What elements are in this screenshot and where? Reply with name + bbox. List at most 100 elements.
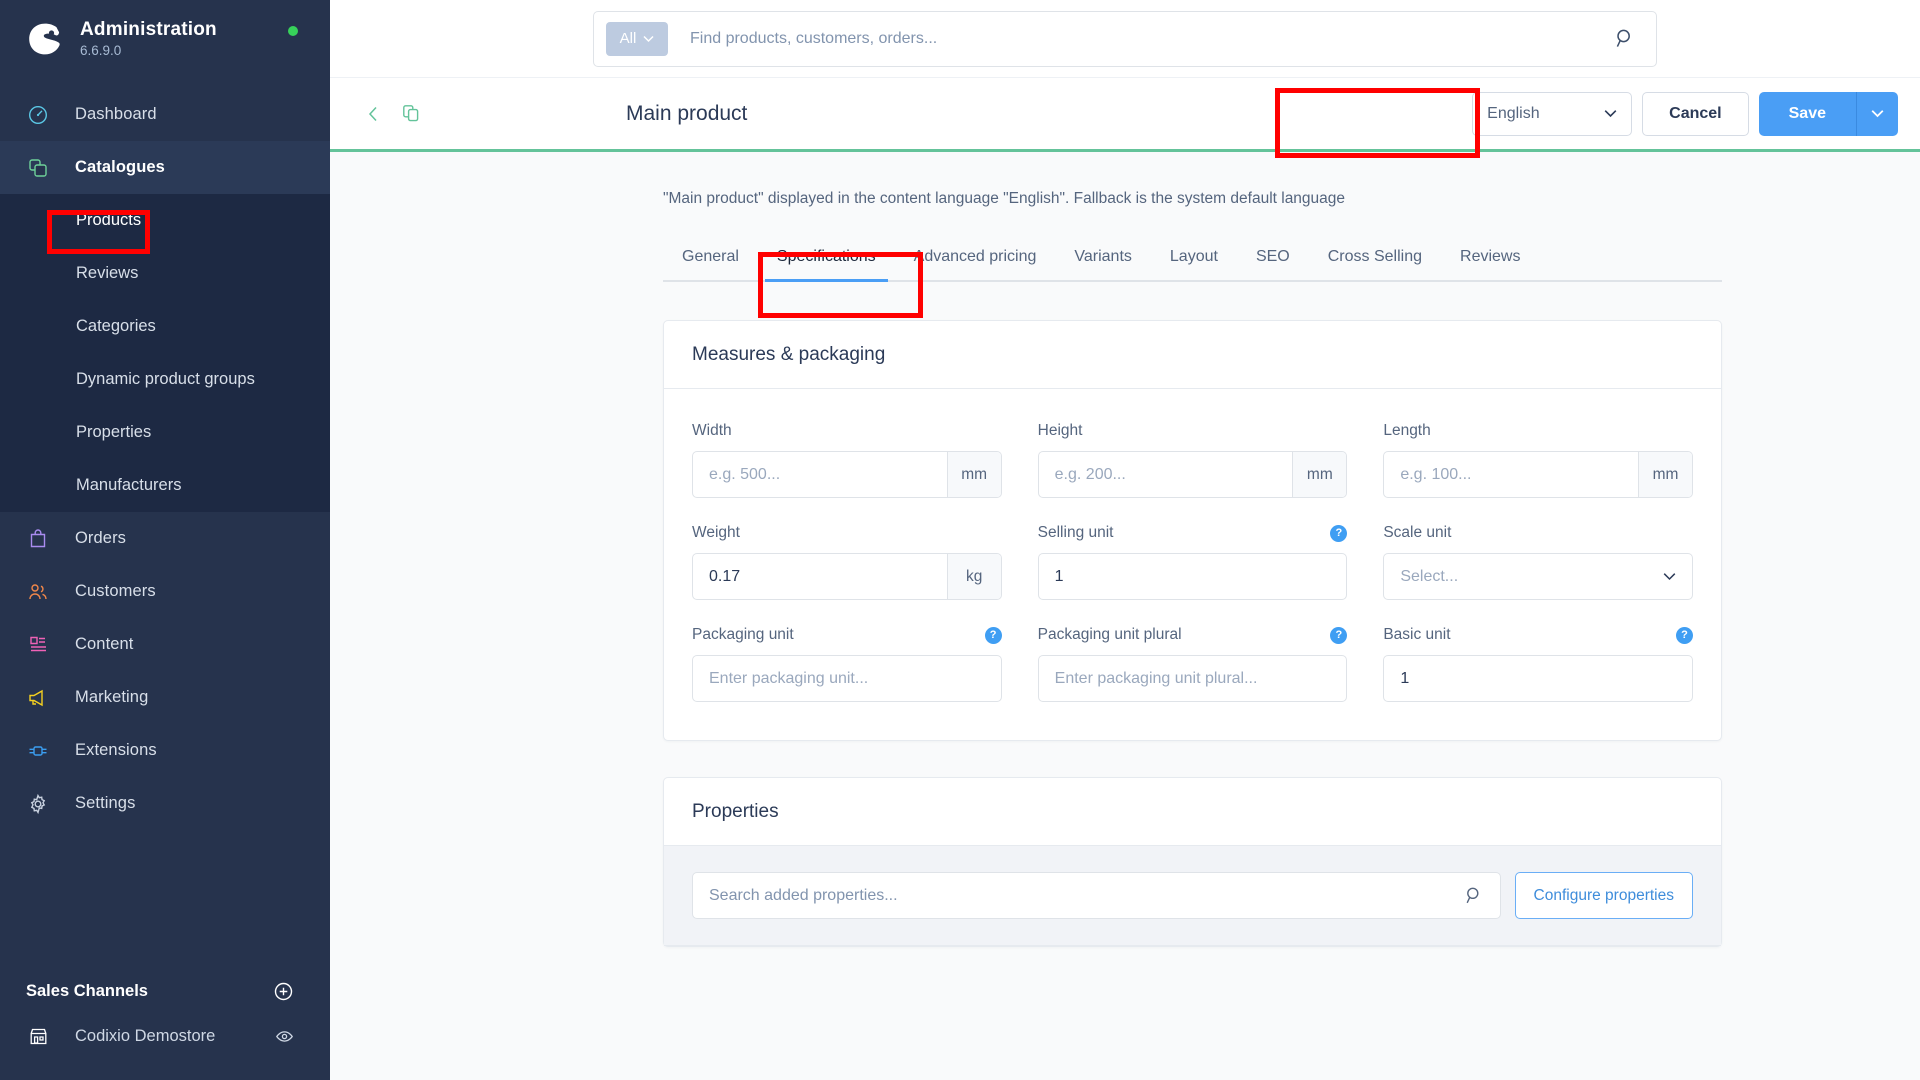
scale-unit-placeholder: Select... — [1400, 567, 1459, 585]
input-group — [1037, 553, 1348, 600]
width-unit: mm — [946, 452, 1001, 497]
sidebar-item-settings[interactable]: Settings — [0, 777, 330, 830]
sidebar-brand-version: 6.6.9.0 — [80, 42, 122, 58]
card-header: Measures & packaging — [664, 321, 1721, 389]
sidebar-nav: Dashboard Catalogues Products Reviews Ca… — [0, 78, 330, 963]
tab-advanced-pricing[interactable]: Advanced pricing — [895, 238, 1056, 280]
measures-packaging-card: Measures & packaging Width mm — [663, 320, 1722, 741]
sidebar-item-manufacturers[interactable]: Manufacturers — [0, 459, 330, 512]
extensions-icon — [26, 739, 50, 763]
plus-circle-icon[interactable] — [273, 981, 294, 1002]
global-search-box[interactable]: All — [593, 10, 1657, 67]
selling-unit-input[interactable] — [1038, 554, 1347, 599]
input-group: mm — [1037, 451, 1348, 498]
sidebar-item-orders[interactable]: Orders — [0, 512, 330, 565]
chevron-down-icon — [643, 35, 654, 42]
search-scope-selector[interactable]: All — [606, 21, 668, 56]
duplicate-button[interactable] — [394, 97, 428, 131]
cancel-button[interactable]: Cancel — [1642, 91, 1749, 136]
help-icon[interactable]: ? — [984, 626, 1002, 644]
tab-variants[interactable]: Variants — [1055, 238, 1151, 280]
label-text: Length — [1383, 422, 1431, 439]
sidebar-item-products[interactable]: Products — [0, 194, 330, 247]
card-title: Properties — [692, 800, 779, 822]
sidebar-item-label: Settings — [75, 794, 136, 812]
help-icon[interactable]: ? — [1330, 524, 1348, 542]
back-button[interactable] — [356, 97, 390, 131]
properties-card: Properties Configure properties — [663, 777, 1722, 947]
sidebar-submenu-catalogues: Products Reviews Categories Dynamic prod… — [0, 194, 330, 512]
configure-properties-button[interactable]: Configure properties — [1514, 872, 1693, 919]
scale-unit-select[interactable]: Select... — [1383, 553, 1693, 600]
catalogues-icon — [26, 156, 50, 180]
search-icon[interactable] — [1465, 886, 1484, 905]
tab-layout[interactable]: Layout — [1151, 238, 1237, 280]
field-label: Selling unit ? — [1038, 523, 1348, 543]
sidebar-item-properties[interactable]: Properties — [0, 406, 330, 459]
orders-icon — [26, 527, 50, 551]
field-weight: Weight kg — [692, 523, 1002, 600]
properties-search-input[interactable] — [709, 886, 1465, 905]
sidebar: Administration 6.6.9.0 Dashboard Catalog… — [0, 0, 330, 1080]
page-header-actions: English Cancel Save — [1472, 91, 1898, 136]
field-label: Packaging unit plural ? — [1038, 625, 1348, 645]
search-scope-label: All — [619, 30, 637, 47]
sidebar-item-dynamic-product-groups[interactable]: Dynamic product groups — [0, 353, 330, 406]
height-unit: mm — [1292, 452, 1347, 497]
language-select-value: English — [1487, 104, 1540, 122]
field-length: Length mm — [1383, 421, 1693, 498]
field-packaging-unit: Packaging unit ? — [692, 625, 1002, 702]
save-options-button[interactable] — [1856, 91, 1898, 136]
basic-unit-input[interactable] — [1384, 656, 1692, 701]
width-input[interactable] — [693, 452, 947, 497]
sidebar-item-dashboard[interactable]: Dashboard — [0, 88, 330, 141]
input-group — [692, 655, 1002, 702]
sidebar-item-categories[interactable]: Categories — [0, 300, 330, 353]
tab-reviews[interactable]: Reviews — [1441, 238, 1539, 280]
sidebar-brand[interactable]: Administration 6.6.9.0 — [0, 0, 330, 78]
page-header: Main product English Cancel Save — [330, 78, 1920, 152]
label-text: Packaging unit — [692, 626, 794, 643]
sales-channel-item[interactable]: Codixio Demostore — [0, 1012, 330, 1060]
field-label: Width — [692, 421, 1002, 441]
packaging-unit-input[interactable] — [693, 656, 1001, 701]
card-body: Width mm Height — [664, 389, 1721, 740]
tab-seo[interactable]: SEO — [1237, 238, 1309, 280]
main-area: All Find products, customers, orders... … — [330, 0, 1920, 1080]
help-icon[interactable]: ? — [1330, 626, 1348, 644]
sidebar-item-catalogues[interactable]: Catalogues — [0, 141, 330, 194]
product-tabs: General Specifications Advanced pricing … — [663, 238, 1722, 282]
top-search-bar: All — [330, 0, 1920, 78]
language-select[interactable]: English — [1472, 91, 1633, 136]
label-text: Height — [1037, 422, 1083, 439]
chevron-down-icon — [1871, 110, 1884, 118]
field-packaging-unit-plural: Packaging unit plural ? — [1037, 625, 1348, 702]
sidebar-item-marketing[interactable]: Marketing — [0, 671, 330, 724]
language-context-note: "Main product" displayed in the content … — [663, 190, 1346, 207]
tab-cross-selling[interactable]: Cross Selling — [1309, 238, 1441, 280]
sidebar-item-label: Customers — [75, 582, 156, 600]
settings-icon — [26, 792, 50, 816]
packaging-unit-plural-input[interactable] — [1038, 656, 1347, 701]
length-input[interactable] — [1384, 452, 1638, 497]
sidebar-sales-channels: Sales Channels Codixio Demostore — [0, 963, 330, 1080]
field-label: Scale unit — [1383, 523, 1693, 543]
weight-input[interactable] — [693, 554, 947, 599]
tab-general[interactable]: General — [663, 238, 758, 280]
help-icon[interactable]: ? — [1675, 626, 1693, 644]
sidebar-item-customers[interactable]: Customers — [0, 565, 330, 618]
search-input[interactable] — [668, 29, 1615, 48]
search-icon[interactable] — [1615, 28, 1636, 49]
field-label: Basic unit ? — [1383, 625, 1693, 645]
sidebar-item-reviews[interactable]: Reviews — [0, 247, 330, 300]
field-label: Length — [1383, 421, 1693, 441]
save-button[interactable]: Save — [1758, 91, 1856, 136]
eye-icon[interactable] — [275, 1027, 294, 1046]
tab-specifications[interactable]: Specifications — [758, 238, 895, 282]
sidebar-item-content[interactable]: Content — [0, 618, 330, 671]
sidebar-item-extensions[interactable]: Extensions — [0, 724, 330, 777]
sidebar-item-label: Dashboard — [75, 105, 157, 123]
height-input[interactable] — [1038, 452, 1293, 497]
field-label: Weight — [692, 523, 1002, 543]
properties-search-box[interactable] — [692, 872, 1501, 919]
